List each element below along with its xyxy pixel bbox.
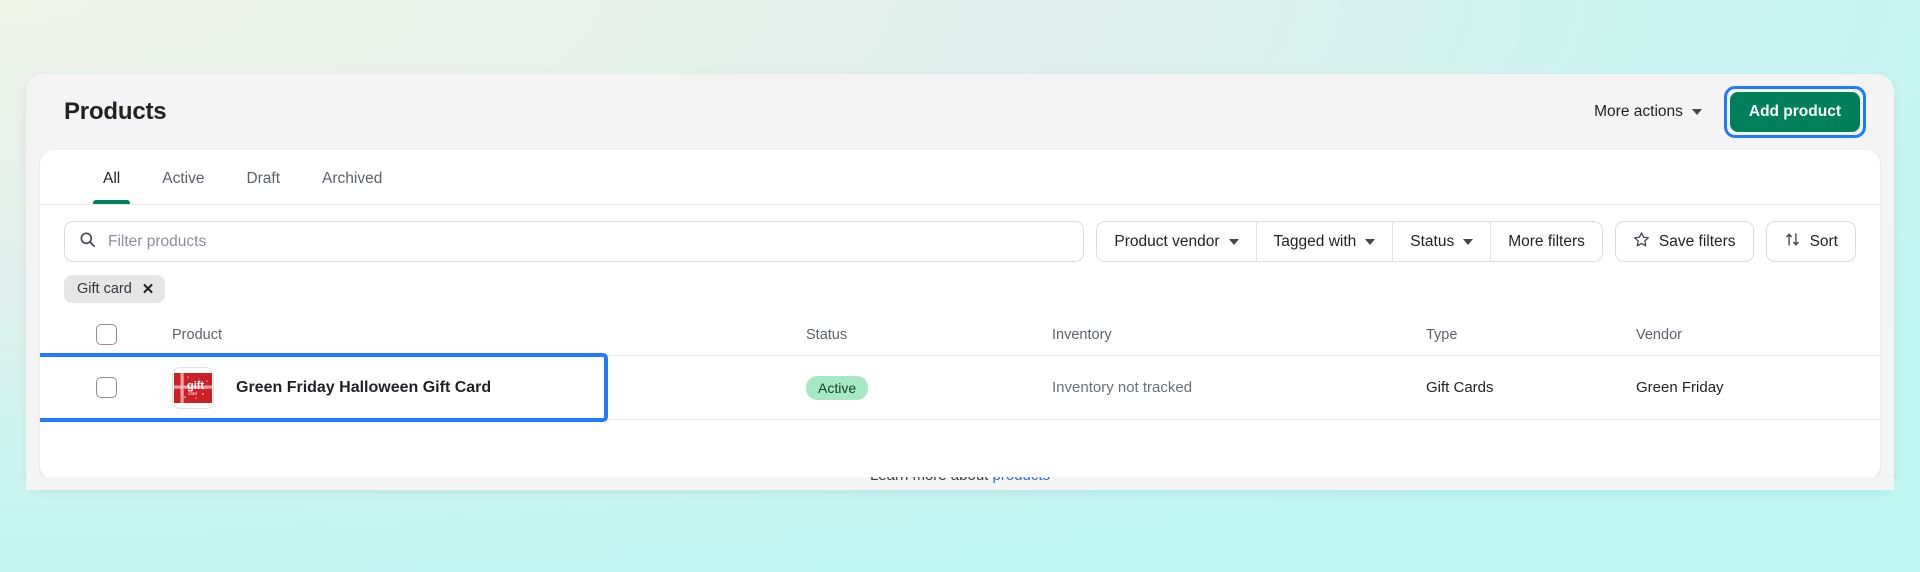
status-cell: Active xyxy=(806,375,1052,400)
select-all-cell xyxy=(96,324,172,345)
status-badge: Active xyxy=(806,375,869,400)
select-all-checkbox[interactable] xyxy=(96,324,117,345)
filter-button-group: Product vendor Tagged with Status More f… xyxy=(1096,221,1603,262)
table-body: gift card Green Friday Halloween Gift Ca… xyxy=(40,353,1880,422)
chevron-down-icon xyxy=(1691,109,1702,115)
header-actions: More actions Add product xyxy=(1590,86,1866,138)
product-vendor-filter-button[interactable]: Product vendor xyxy=(1097,222,1257,261)
table-row[interactable]: gift card Green Friday Halloween Gift Ca… xyxy=(40,353,1880,422)
card-header: Products More actions Add product xyxy=(26,74,1894,150)
footer-text: Learn more about xyxy=(870,477,993,484)
column-header-status[interactable]: Status xyxy=(806,327,1052,343)
tab-archived[interactable]: Archived xyxy=(301,170,403,204)
status-filter-button[interactable]: Status xyxy=(1393,222,1492,261)
star-icon xyxy=(1633,231,1650,253)
tagged-with-filter-button[interactable]: Tagged with xyxy=(1256,222,1394,261)
save-filters-label: Save filters xyxy=(1658,232,1736,250)
column-header-product[interactable]: Product xyxy=(172,327,806,343)
applied-filters: Gift card ✕ xyxy=(40,262,1880,303)
add-product-button[interactable]: Add product xyxy=(1729,92,1860,132)
footer-text-wrap: Learn more about products xyxy=(26,477,1894,484)
column-header-inventory[interactable]: Inventory xyxy=(1052,327,1426,343)
page-shell: Products More actions Add product All Ac… xyxy=(0,0,1920,572)
search-field[interactable] xyxy=(64,221,1085,262)
row-select-cell xyxy=(96,377,172,398)
close-icon[interactable]: ✕ xyxy=(142,282,155,297)
table-header-row: Product Status Inventory Type Vendor xyxy=(40,314,1880,356)
inventory-cell: Inventory not tracked xyxy=(1052,379,1193,396)
type-cell: Gift Cards xyxy=(1426,379,1494,396)
card-footer: Learn more about products xyxy=(26,477,1894,490)
products-table: Product Status Inventory Type Vendor gif… xyxy=(40,314,1880,422)
tabs-row: All Active Draft Archived xyxy=(40,150,1880,205)
tab-draft[interactable]: Draft xyxy=(225,170,301,204)
list-panel: All Active Draft Archived Filter product… xyxy=(40,150,1880,480)
product-vendor-label: Product vendor xyxy=(1114,232,1220,250)
status-filter-label: Status xyxy=(1410,232,1455,250)
chevron-down-icon xyxy=(1463,238,1474,245)
sort-button[interactable]: Sort xyxy=(1765,221,1856,262)
sort-label: Sort xyxy=(1809,232,1838,250)
save-filters-button[interactable]: Save filters xyxy=(1614,221,1754,262)
more-actions-label: More actions xyxy=(1594,103,1683,120)
search-icon xyxy=(79,231,96,253)
product-cell: gift card Green Friday Halloween Gift Ca… xyxy=(172,366,806,409)
column-header-vendor[interactable]: Vendor xyxy=(1636,327,1880,343)
tab-all[interactable]: All xyxy=(82,170,141,204)
column-header-type[interactable]: Type xyxy=(1426,327,1636,343)
filter-chip-gift-card[interactable]: Gift card ✕ xyxy=(64,275,166,303)
filter-chip-label: Gift card xyxy=(77,281,132,297)
add-product-focus-ring: Add product xyxy=(1723,86,1866,138)
page-title: Products xyxy=(64,98,167,125)
products-card: Products More actions Add product All Ac… xyxy=(26,74,1894,490)
search-input[interactable] xyxy=(108,232,1070,251)
products-link[interactable]: products xyxy=(993,477,1051,484)
sort-icon xyxy=(1784,231,1801,253)
row-checkbox[interactable] xyxy=(96,377,117,398)
chevron-down-icon xyxy=(1365,238,1376,245)
svg-text:card: card xyxy=(188,391,197,396)
chevron-down-icon xyxy=(1228,238,1239,245)
more-actions-button[interactable]: More actions xyxy=(1590,97,1706,127)
filter-bar: Product vendor Tagged with Status More f… xyxy=(40,205,1880,262)
vendor-cell: Green Friday xyxy=(1636,379,1724,396)
tagged-with-label: Tagged with xyxy=(1273,232,1357,250)
tab-active[interactable]: Active xyxy=(141,170,225,204)
more-filters-button[interactable]: More filters xyxy=(1491,222,1602,261)
product-thumbnail: gift card xyxy=(172,366,214,409)
product-name[interactable]: Green Friday Halloween Gift Card xyxy=(236,379,491,397)
